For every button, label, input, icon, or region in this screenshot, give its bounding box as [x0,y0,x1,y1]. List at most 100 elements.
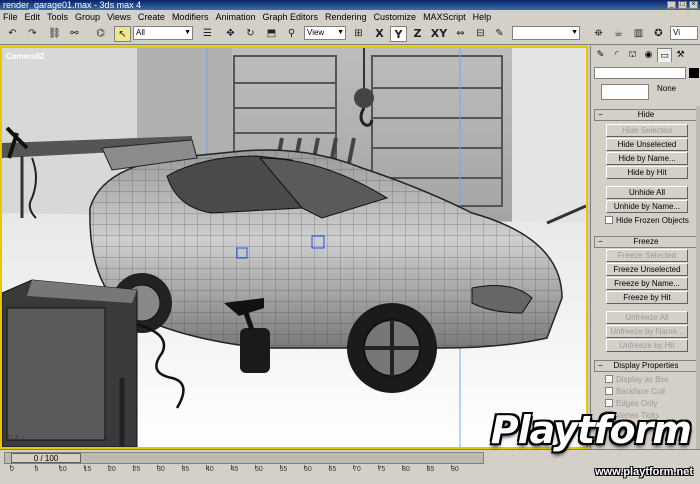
render-type-dropdown[interactable]: Vi [670,26,698,40]
select-by-name-icon[interactable]: ☰ [199,26,216,42]
select-and-rotate-icon[interactable]: ↻ [242,26,259,42]
render-scene-icon[interactable]: ⛯ [590,26,607,42]
menu-customize[interactable]: Customize [374,12,417,22]
timeline-tick: 55 [279,465,288,473]
align-icon[interactable]: ⊟ [472,26,489,42]
freeze-by-name-button[interactable]: Freeze by Name... [606,277,688,290]
chevron-down-icon: ▼ [337,29,344,36]
menu-modifiers[interactable]: Modifiers [172,12,209,22]
hide-by-hit-button[interactable]: Hide by Hit [606,166,688,179]
display-as-box-checkbox[interactable]: Display as Box [605,375,669,385]
freeze-by-hit-button[interactable]: Freeze by Hit [606,291,688,304]
modify-tab-icon[interactable]: ◜ [609,48,624,62]
menu-group[interactable]: Group [75,12,100,22]
minimize-button[interactable]: _ [667,1,676,9]
timeline-tick: 5 [34,465,39,473]
timeline-tick: 20 [108,465,116,473]
render-last-icon[interactable]: ✪ [650,26,667,42]
quick-render-icon[interactable]: ☕ [610,26,627,42]
select-and-manipulate-icon[interactable]: ⚲ [283,26,300,42]
unlink-icon[interactable]: ⚯ [66,26,83,42]
select-and-link-icon[interactable]: ⛓ [46,26,63,42]
pivot-center-icon[interactable]: ⊞ [350,26,367,42]
menu-bar: File Edit Tools Group Views Create Modif… [0,10,700,23]
window-controls: _ □ × [667,1,698,9]
display-properties-rollout-header[interactable]: − Display Properties [594,360,698,372]
timeline-tick: 30 [157,465,165,473]
viewport-label[interactable]: Camera02 [6,52,44,61]
hide-frozen-objects-label: Hide Frozen Objects [616,216,689,225]
freeze-selected-button[interactable]: Freeze Selected [606,249,688,262]
menu-edit[interactable]: Edit [25,12,41,22]
selection-filter-dropdown[interactable]: All ▼ [133,26,193,40]
select-and-move-icon[interactable]: ✥ [222,26,239,42]
collapse-icon: − [598,237,603,246]
menu-rendering[interactable]: Rendering [325,12,367,22]
unfreeze-by-name-button[interactable]: Unfreeze by Name... [606,325,688,338]
display-tab-icon[interactable]: ▭ [657,48,672,62]
hide-rollout-header[interactable]: − Hide [594,109,698,121]
command-panel-scrollbar[interactable] [696,106,700,449]
create-tab-icon[interactable]: ✎ [593,48,608,62]
menu-animation[interactable]: Animation [215,12,255,22]
menu-graph-editors[interactable]: Graph Editors [262,12,318,22]
unhide-all-button[interactable]: Unhide All [606,186,688,199]
close-button[interactable]: × [689,1,698,9]
freeze-unselected-button[interactable]: Freeze Unselected [606,263,688,276]
reference-coordinate-value: View [307,28,325,37]
display-properties-title: Display Properties [613,361,679,370]
mirror-icon[interactable]: ⇔ [452,26,469,42]
redo-icon[interactable]: ↷ [24,26,41,42]
render-type-icon[interactable]: ▥ [630,26,647,42]
track-bar[interactable]: 0 5 10 15 20 25 30 35 40 45 50 55 60 65 70 75 80 85 90 [4,465,484,481]
hide-by-name-button[interactable]: Hide by Name... [606,152,688,165]
unfreeze-by-hit-button[interactable]: Unfreeze by Hit [606,339,688,352]
time-slider-track[interactable]: 0 / 100 [4,452,484,464]
window-title: render_garage01.max - 3ds max 4 [3,0,142,10]
bind-to-space-warp-icon[interactable]: ⌬ [92,26,109,42]
menu-views[interactable]: Views [107,12,131,22]
camera-viewport[interactable]: Camera02 z↑ x→ [0,46,588,449]
reference-coordinate-dropdown[interactable]: View ▼ [304,26,346,40]
timeline-tick: 15 [83,465,92,473]
command-panel-tabs: ✎ ◜ ⛫ ◉ ▭ ⚒ [593,48,688,62]
hide-frozen-objects-checkbox[interactable]: Hide Frozen Objects [605,216,689,226]
time-slider[interactable]: 0 / 100 [11,453,81,463]
select-object-icon[interactable]: ↖ [114,26,131,42]
object-color-swatch[interactable] [689,68,699,78]
hierarchy-tab-icon[interactable]: ⛫ [625,48,640,62]
menu-file[interactable]: File [3,12,18,22]
restrict-xy-button[interactable]: XY [429,26,449,42]
named-selection-dropdown[interactable]: ▼ [512,26,580,40]
backface-cull-checkbox[interactable]: Backface Cull [605,387,665,397]
menu-tools[interactable]: Tools [47,12,68,22]
hide-selected-button[interactable]: Hide Selected [606,124,688,137]
motion-tab-icon[interactable]: ◉ [641,48,656,62]
freeze-rollout-header[interactable]: − Freeze [594,236,698,248]
hide-rollout-title: Hide [637,110,655,119]
edges-only-label: Edges Only [616,399,658,408]
undo-icon[interactable]: ↶ [4,26,21,42]
render-type-value: Vi [673,28,680,37]
axis-tripod-icon: z↑ x→ [6,434,26,441]
utilities-tab-icon[interactable]: ⚒ [673,48,688,62]
checkbox-box [605,387,613,395]
collapse-icon: − [598,361,603,370]
unfreeze-all-button[interactable]: Unfreeze All [606,311,688,324]
chevron-down-icon: ▼ [184,29,191,36]
timeline-tick: 0 [10,465,14,473]
restrict-z-button[interactable]: Z [409,26,426,42]
select-and-scale-icon[interactable]: ⬒ [263,26,280,42]
menu-create[interactable]: Create [138,12,165,22]
menu-maxscript[interactable]: MAXScript [423,12,466,22]
hide-unselected-button[interactable]: Hide Unselected [606,138,688,151]
material-editor-icon[interactable]: ✎ [491,26,508,42]
material-swatch[interactable] [601,84,649,100]
timeline-tick: 25 [132,465,141,473]
restrict-x-button[interactable]: X [371,26,388,42]
menu-help[interactable]: Help [473,12,492,22]
unhide-by-name-button[interactable]: Unhide by Name... [606,200,688,213]
restrict-y-button[interactable]: Y [390,26,407,42]
maximize-button[interactable]: □ [678,1,687,9]
object-name-field[interactable] [594,67,686,79]
